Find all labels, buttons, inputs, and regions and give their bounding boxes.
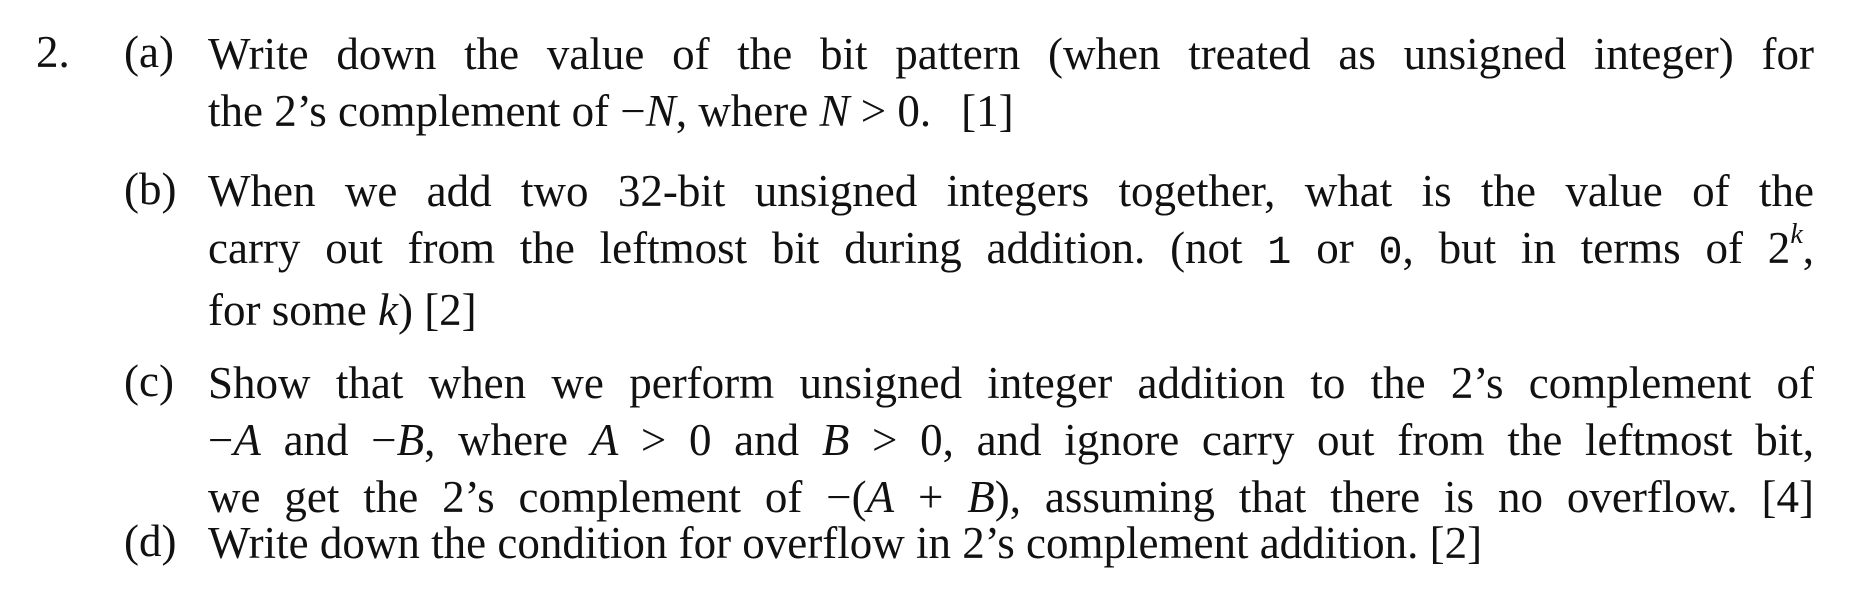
- text-line: Write down the condition for overflow in…: [208, 518, 1483, 568]
- code-literal: 0: [1378, 231, 1403, 276]
- text-segment: ,: [1802, 223, 1814, 273]
- question-number: 2.: [36, 27, 70, 77]
- part-text: When we add two 32-bit unsigned integers…: [208, 163, 1814, 339]
- text-line: Show that when we perform unsigned integ…: [208, 358, 1814, 408]
- part-label: (d): [124, 516, 177, 566]
- math-variable: A: [233, 415, 261, 465]
- text-line: the 2’s complement of −N, where N > 0. [1…: [208, 83, 1814, 140]
- text-line: When we add two 32-bit unsigned integers…: [208, 166, 1814, 216]
- part-label: (a): [124, 27, 174, 77]
- code-literal: 1: [1267, 231, 1292, 276]
- part-text: Write down the condition for overflow in…: [208, 515, 1814, 572]
- math-variable: N: [645, 86, 676, 136]
- part-label: (b): [124, 164, 177, 214]
- part-text: Write down the value of the bit pattern …: [208, 26, 1814, 140]
- question-part-d: (d) Write down the condition for overflo…: [124, 515, 1814, 572]
- text-segment: carry out from the leftmost bit during a…: [208, 223, 1268, 273]
- text-line: for some k) [2]: [208, 282, 1814, 339]
- question-part-c: (c) Show that when we perform unsigned i…: [124, 355, 1814, 526]
- exponent: k: [1790, 219, 1803, 250]
- part-text: Show that when we perform unsigned integ…: [208, 355, 1814, 526]
- math-variable: N: [819, 86, 850, 136]
- text-line: −A and −B, where A > 0 and B > 0, and ig…: [208, 415, 1814, 465]
- question-part-b: (b) When we add two 32-bit unsigned inte…: [124, 163, 1814, 339]
- math-variable: k: [377, 285, 398, 335]
- part-label: (c): [124, 356, 174, 406]
- math-variable: B: [821, 415, 850, 465]
- text-line: Write down the value of the bit pattern …: [208, 29, 1814, 79]
- text-line-content: the 2’s complement of −N, where N > 0. [1…: [208, 86, 1014, 136]
- question-part-a: (a) Write down the value of the bit patt…: [124, 26, 1814, 140]
- math-variable: B: [396, 415, 425, 465]
- text-segment: ) [2]: [397, 285, 477, 335]
- text-line: carry out from the leftmost bit during a…: [208, 220, 1814, 282]
- text-segment: , but in terms of 2: [1402, 223, 1791, 273]
- text-segment: or: [1291, 223, 1379, 273]
- text-segment: for some: [208, 285, 378, 335]
- marks-label: [1]: [961, 86, 1014, 136]
- math-variable: A: [590, 415, 619, 465]
